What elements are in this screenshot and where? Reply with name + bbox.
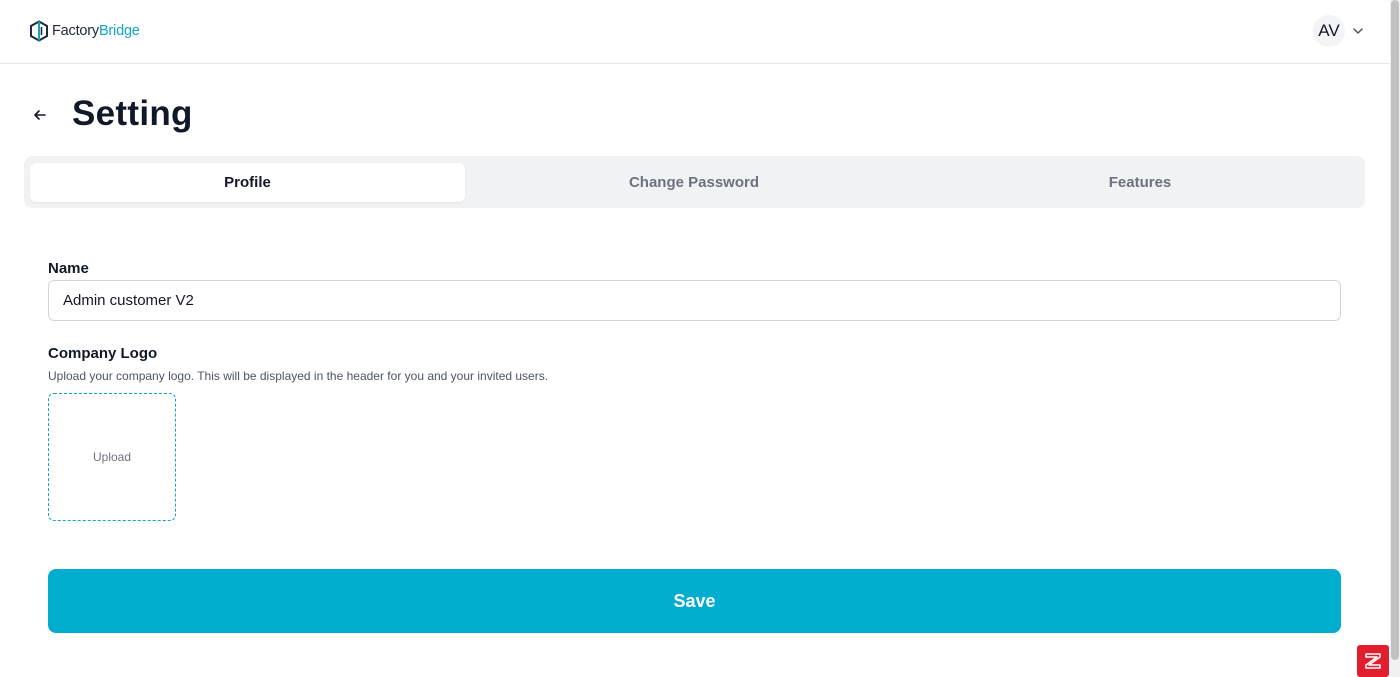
factorybridge-logo[interactable]: FactoryBridge [29,20,140,42]
user-menu[interactable]: AV [1313,15,1365,47]
top-header: FactoryBridge AV [0,0,1390,64]
avatar[interactable]: AV [1313,15,1345,47]
back-button[interactable] [28,103,52,127]
logo-upload-dropzone[interactable]: Upload [48,393,176,521]
logo-wordmark-bridge: Bridge [98,23,140,39]
logo-wordmark: FactoryBridge [52,23,140,39]
support-widget-button[interactable] [1357,645,1389,677]
company-logo-label: Company Logo [48,345,158,362]
support-widget-icon [1365,653,1381,669]
hexagon-logo-icon [30,20,48,42]
company-logo-help-text: Upload your company logo. This will be d… [48,369,549,383]
chevron-down-icon[interactable] [1351,24,1365,38]
save-button[interactable]: Save [48,569,1341,633]
tab-change-password[interactable]: Change Password [474,163,914,202]
name-input[interactable] [48,280,1341,321]
vertical-scrollbar[interactable] [1390,0,1400,677]
scrollbar-thumb[interactable] [1391,0,1399,660]
name-label: Name [48,260,89,277]
upload-label: Upload [92,450,132,464]
page-title: Setting [72,94,193,133]
arrow-left-icon [34,110,46,120]
tab-profile[interactable]: Profile [30,163,465,202]
tab-features[interactable]: Features [920,163,1360,202]
logo-wordmark-factory: Factory [52,23,99,39]
settings-tabs: Profile Change Password Features [24,156,1365,208]
